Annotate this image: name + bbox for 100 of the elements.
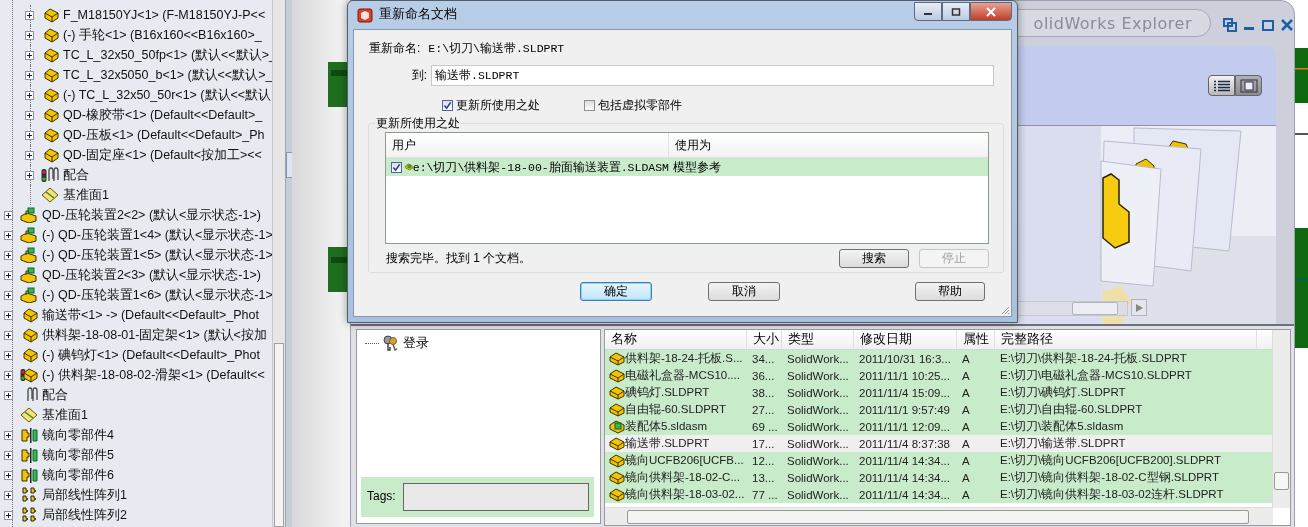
column-header[interactable]: 属性 — [957, 330, 995, 349]
expand-icon[interactable] — [25, 10, 34, 20]
search-button[interactable]: 搜索 — [839, 248, 909, 268]
tree-item[interactable]: 基准面1 — [63, 186, 109, 204]
preview-view-button[interactable] — [1235, 75, 1262, 96]
expand-icon[interactable] — [25, 50, 34, 60]
table-cell: E:\切刀\镜向供料架-18-03-02连杆.SLDPRT — [1000, 487, 1224, 502]
tree-item[interactable]: 局部线性阵列2 — [42, 506, 127, 524]
tree-item[interactable]: 登录 — [403, 334, 429, 352]
tree-item[interactable]: 镜向零部件6 — [42, 466, 114, 484]
expand-icon[interactable] — [4, 210, 13, 220]
dialog-button[interactable]: 确定 — [580, 282, 652, 301]
expand-icon[interactable] — [25, 150, 34, 160]
tree-item[interactable]: QD-压轮装置2<3> (默认<显示状态-1>) — [42, 266, 261, 284]
table-cell: A — [962, 454, 970, 467]
column-header[interactable]: 名称 — [605, 330, 747, 349]
file-row[interactable]: 镜向供料架-18-02-C... 13... SolidWork... 2011/11/4 14:34... A E:\切刀\镜向供料架-18-02-C型钢.SLDPRT — [605, 469, 1273, 486]
column-header[interactable]: 完整路径 — [995, 330, 1257, 349]
expand-icon[interactable] — [25, 130, 34, 140]
window-title: olidWorks Explorer — [1033, 13, 1192, 33]
tree-item[interactable]: 供料架-18-08-01-固定架<1> (默认<按加 — [42, 326, 267, 344]
tree-item[interactable]: QD-橡胶带<1> (Default<<Default>_ — [63, 106, 263, 124]
scrollbar[interactable] — [272, 0, 285, 527]
resize-grip[interactable] — [1000, 305, 1010, 315]
tree-item[interactable]: F_M18150YJ<1> (F-M18150YJ-P<< — [63, 8, 266, 22]
checkbox[interactable] — [584, 100, 595, 111]
tags-field[interactable] — [403, 483, 589, 511]
checkbox[interactable] — [442, 100, 453, 111]
expand-icon[interactable] — [4, 230, 13, 240]
dialog-button[interactable]: 取消 — [708, 282, 780, 301]
expand-icon[interactable] — [25, 170, 34, 180]
expand-icon[interactable] — [4, 450, 13, 460]
expand-icon[interactable] — [25, 30, 34, 40]
file-row[interactable]: 镜向供料架-18-03-02... 77 ... SolidWork... 2011/11/4 14:34... A E:\切刀\镜向供料架-18-03-02连杆.SLDPRT — [605, 486, 1273, 503]
tree-item[interactable]: TC_L_32x5050_b<1> (默认<<默认>_ — [63, 66, 273, 84]
blocks-icon — [20, 247, 38, 263]
file-row[interactable]: 供料架-18-24-托板.S... 34... SolidWork... 2011/10/31 16:3... A E:\切刀\供料架-18-24-托板.SLDPRT — [605, 350, 1273, 367]
maximize-icon[interactable] — [1261, 18, 1275, 32]
close-button[interactable] — [970, 2, 1012, 21]
expand-icon[interactable] — [25, 90, 34, 100]
file-row[interactable]: 镜向UCFB206[UCFB... 12... SolidWork... 2011/11/4 14:34... A E:\切刀\镜向UCFB206[UCFB200].SLDPRT — [605, 452, 1273, 469]
tree-item[interactable]: 镜向零部件4 — [42, 426, 114, 444]
checkbox-label[interactable]: 更新所使用之处 — [456, 97, 540, 114]
tree-item[interactable]: (-) QD-压轮装置1<6> (默认<显示状态-1> — [42, 286, 273, 304]
tree-item[interactable]: QD-固定座<1> (Default<按加工><< — [63, 146, 262, 164]
column-header[interactable]: 修改日期 — [854, 330, 957, 349]
scrollbar[interactable] — [1272, 330, 1290, 508]
column-header[interactable]: 用户 — [386, 133, 669, 157]
tree-item[interactable]: (-) 碘钨灯<1> (Default<<Default>_Phot — [42, 346, 260, 364]
expand-icon[interactable] — [4, 350, 13, 360]
file-row[interactable]: 输送带.SLDPRT 17... SolidWork... 2011/11/4 8:37:38 A E:\切刀\输送带.SLDPRT — [605, 435, 1273, 452]
expand-icon[interactable] — [25, 70, 34, 80]
expand-icon[interactable] — [4, 290, 13, 300]
list-view-button[interactable] — [1208, 75, 1235, 96]
name-field[interactable]: 输送带.SLDPRT — [431, 65, 994, 86]
tree-item[interactable]: 输送带<1> -> (Default<<Default>_Phot — [42, 306, 259, 324]
expand-icon[interactable] — [4, 510, 13, 520]
scrollbar[interactable] — [605, 507, 1273, 525]
tree-item[interactable]: QD-压轮装置2<2> (默认<显示状态-1>) — [42, 206, 261, 224]
tree-item[interactable]: 基准面1 — [42, 406, 88, 424]
expand-icon[interactable] — [4, 470, 13, 480]
tree-item[interactable]: (-) 手轮<1> (B16x160<<B16x160>_ — [63, 26, 262, 44]
expand-icon[interactable] — [4, 250, 13, 260]
blocks-icon — [20, 227, 38, 243]
tree-item[interactable]: 局部线性阵列1 — [42, 486, 127, 504]
tree-item[interactable]: (-) 供料架-18-08-02-滑架<1> (Default<< — [42, 366, 265, 384]
close-icon[interactable] — [1280, 18, 1294, 32]
file-row[interactable]: 装配体5.sldasm 69 ... SolidWork... 2011/11/1 12:09... A E:\切刀\装配体5.sldasm — [605, 418, 1273, 435]
tree-item[interactable]: (-) TC_L_32x50_50r<1> (默认<<默认 — [63, 86, 272, 104]
expand-icon[interactable] — [4, 310, 13, 320]
expand-icon[interactable] — [4, 430, 13, 440]
expand-icon[interactable] — [4, 490, 13, 500]
tree-item[interactable]: 镜向零部件5 — [42, 446, 114, 464]
tree-item[interactable]: QD-压板<1> (Default<<Default>_Ph — [63, 126, 265, 144]
file-row[interactable]: 自由辊-60.SLDPRT 27... SolidWork... 2011/11/1 9:57:49 A E:\切刀\自由辊-60.SLDPRT — [605, 401, 1273, 418]
checkbox[interactable] — [391, 161, 402, 173]
tree-item[interactable]: 配合 — [42, 386, 68, 404]
expand-icon[interactable] — [4, 370, 13, 380]
next-button[interactable] — [1131, 299, 1147, 316]
expand-icon[interactable] — [4, 330, 13, 340]
maximize-button[interactable] — [942, 2, 970, 21]
plane-icon — [20, 407, 38, 423]
checkbox-label[interactable]: 包括虚拟零部件 — [598, 97, 682, 114]
column-header[interactable]: 使用为 — [669, 133, 711, 157]
file-row[interactable]: 碘钨灯.SLDPRT 38... SolidWork... 2011/11/4 15:09... A E:\切刀\碘钨灯.SLDPRT — [605, 384, 1273, 401]
column-header[interactable]: 类型 — [782, 330, 854, 349]
expand-icon[interactable] — [4, 270, 13, 280]
expand-icon[interactable] — [4, 390, 13, 400]
dialog-button[interactable]: 帮助 — [915, 282, 985, 301]
table-cell: 2011/10/31 16:3... — [859, 352, 951, 365]
column-header[interactable]: 大小 — [747, 330, 782, 349]
tree-item[interactable]: (-) QD-压轮装置1<4> (默认<显示状态-1> — [42, 226, 273, 244]
tree-item[interactable]: (-) QD-压轮装置1<5> (默认<显示状态-1> — [42, 246, 273, 264]
minimize-button[interactable] — [914, 2, 942, 21]
table-cell: A — [962, 488, 970, 501]
restore-icon[interactable] — [1223, 18, 1237, 32]
expand-icon[interactable] — [25, 110, 34, 120]
tree-item[interactable]: 配合 — [63, 166, 89, 184]
file-row[interactable]: 电磁礼盒器-MCS10.... 36... SolidWork... 2011/11/1 10:25... A E:\切刀\电磁礼盒器-MCS10.SLDPRT — [605, 367, 1273, 384]
reference-row[interactable]: e:\切刀\供料架-18-00-胎面输送装置.SLDASM 模型参考 — [386, 158, 988, 176]
